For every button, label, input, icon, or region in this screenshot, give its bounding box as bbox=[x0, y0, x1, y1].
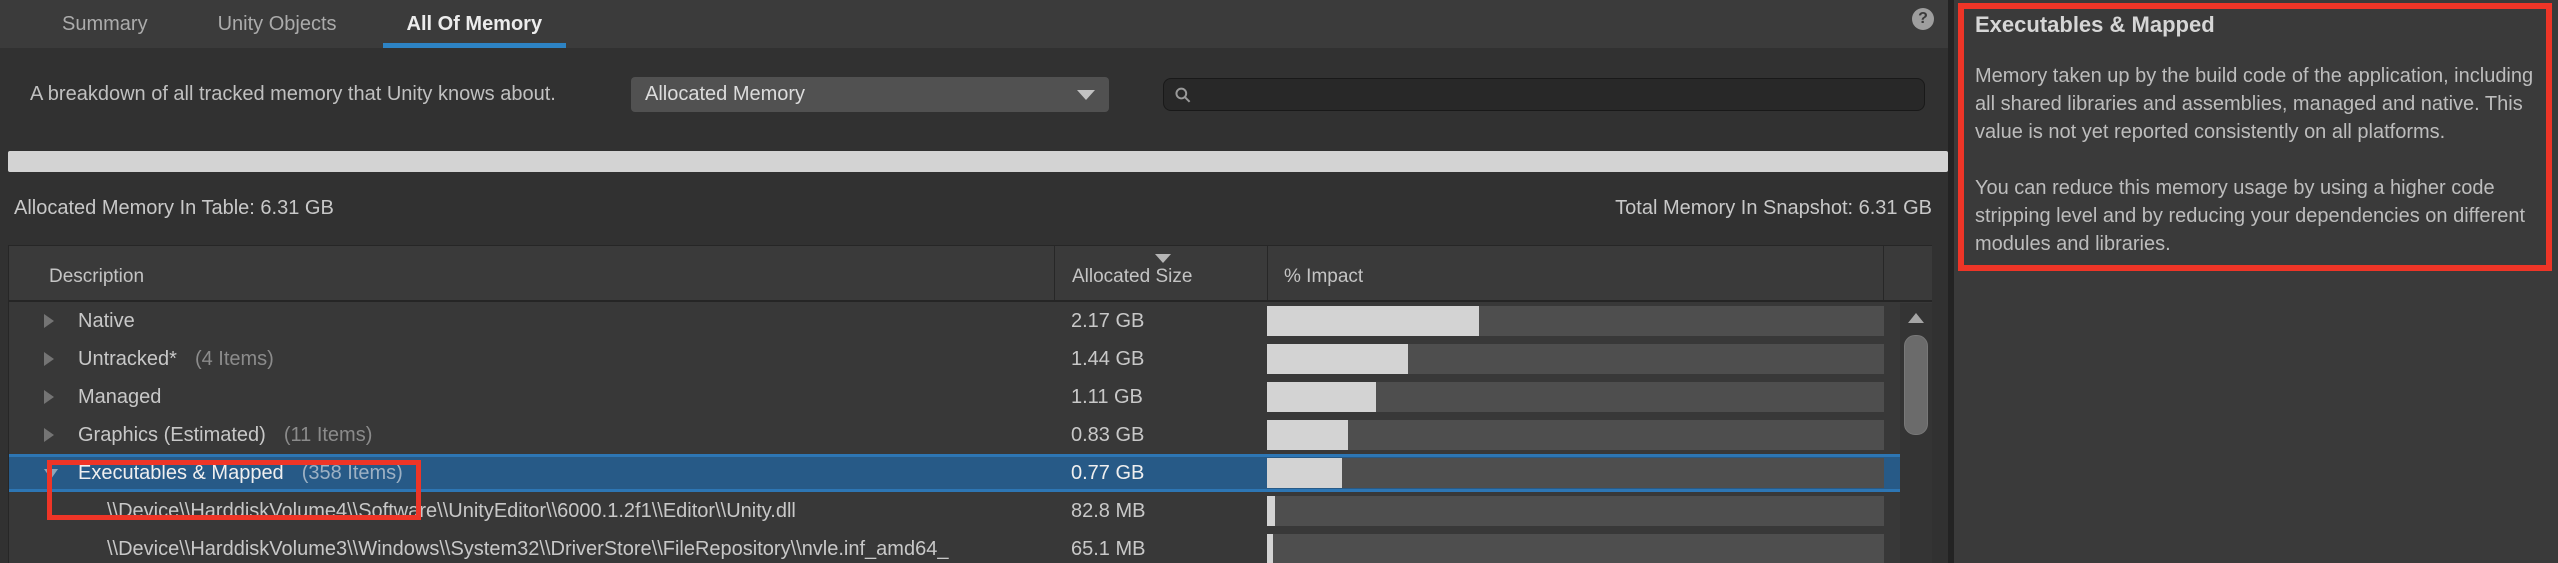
row-description-cell: Native bbox=[9, 310, 1054, 333]
table-row[interactable]: Graphics (Estimated) (11 Items) 0.83 GB bbox=[9, 416, 1932, 454]
main-panel: Summary Unity Objects All Of Memory ? A … bbox=[0, 0, 1948, 563]
row-allocated-size: 0.77 GB bbox=[1054, 462, 1267, 485]
impact-bar-track bbox=[1267, 534, 1884, 563]
impact-bar-track bbox=[1267, 496, 1884, 526]
row-label: \\Device\\HarddiskVolume4\\Software\\Uni… bbox=[107, 500, 796, 523]
details-title: Executables & Mapped bbox=[1975, 12, 2558, 38]
row-label: \\Device\\HarddiskVolume3\\Windows\\Syst… bbox=[107, 538, 948, 561]
row-description-cell: Graphics (Estimated) (11 Items) bbox=[9, 424, 1054, 447]
allocated-memory-label: Allocated Memory In Table: 6.31 GB bbox=[14, 197, 334, 220]
row-item-count: (4 Items) bbox=[195, 348, 274, 371]
row-impact-cell bbox=[1267, 302, 1884, 340]
row-allocated-size: 0.83 GB bbox=[1054, 424, 1267, 447]
dropdown-selected-value: Allocated Memory bbox=[645, 83, 805, 106]
row-allocated-size: 1.44 GB bbox=[1054, 348, 1267, 371]
expand-triangle-icon[interactable] bbox=[44, 352, 54, 366]
vertical-scrollbar[interactable] bbox=[1900, 303, 1932, 563]
memory-table: Description Allocated Size % Impact Nati… bbox=[8, 245, 1932, 563]
breakdown-description: A breakdown of all tracked memory that U… bbox=[30, 83, 556, 106]
expand-triangle-icon[interactable] bbox=[44, 314, 54, 328]
impact-bar-fill bbox=[1267, 382, 1376, 412]
row-description-cell: Executables & Mapped (358 Items) bbox=[9, 462, 1054, 485]
table-row[interactable]: \\Device\\HarddiskVolume4\\Software\\Uni… bbox=[9, 492, 1932, 530]
impact-bar-track bbox=[1267, 306, 1884, 336]
tab-unity-objects[interactable]: Unity Objects bbox=[194, 0, 361, 48]
search-field[interactable] bbox=[1163, 78, 1925, 111]
impact-bar-fill bbox=[1267, 306, 1479, 336]
impact-bar-fill bbox=[1267, 496, 1275, 526]
row-impact-cell bbox=[1267, 378, 1884, 416]
table-row[interactable]: Managed 1.11 GB bbox=[9, 378, 1932, 416]
impact-bar-fill bbox=[1267, 534, 1273, 563]
table-row[interactable]: Native 2.17 GB bbox=[9, 302, 1932, 340]
row-item-count: (358 Items) bbox=[302, 462, 403, 485]
row-impact-cell bbox=[1267, 530, 1884, 563]
tab-summary[interactable]: Summary bbox=[38, 0, 172, 48]
row-impact-cell bbox=[1267, 416, 1884, 454]
tab-all-of-memory[interactable]: All Of Memory bbox=[383, 0, 567, 48]
details-paragraph: Memory taken up by the build code of the… bbox=[1975, 62, 2535, 146]
row-allocated-size: 65.1 MB bbox=[1054, 538, 1267, 561]
search-icon bbox=[1174, 86, 1192, 104]
row-label: Executables & Mapped bbox=[78, 462, 284, 485]
memory-profiler-window: Summary Unity Objects All Of Memory ? A … bbox=[0, 0, 2558, 563]
row-impact-cell bbox=[1267, 340, 1884, 378]
impact-bar-fill bbox=[1267, 420, 1348, 450]
chevron-down-icon bbox=[1077, 90, 1095, 100]
row-label: Untracked* bbox=[78, 348, 177, 371]
table-header: Description Allocated Size % Impact bbox=[9, 246, 1932, 302]
table-row[interactable]: Executables & Mapped (358 Items) 0.77 GB bbox=[9, 454, 1932, 492]
sort-descending-icon[interactable] bbox=[1155, 254, 1171, 263]
help-icon[interactable]: ? bbox=[1912, 8, 1934, 30]
row-label: Graphics (Estimated) bbox=[78, 424, 266, 447]
memory-stats-row: Allocated Memory In Table: 6.31 GB Total… bbox=[0, 197, 1948, 223]
column-header-description[interactable]: Description bbox=[9, 246, 1054, 300]
row-label: Native bbox=[78, 310, 135, 333]
row-description-cell: \\Device\\HarddiskVolume3\\Windows\\Syst… bbox=[9, 538, 1054, 561]
row-allocated-size: 1.11 GB bbox=[1054, 386, 1267, 409]
impact-bar-track bbox=[1267, 458, 1884, 488]
scroll-up-arrow-icon[interactable] bbox=[1908, 313, 1924, 323]
row-item-count: (11 Items) bbox=[284, 424, 373, 447]
details-panel: Executables & Mapped Memory taken up by … bbox=[1954, 0, 2558, 563]
row-description-cell: \\Device\\HarddiskVolume4\\Software\\Uni… bbox=[9, 500, 1054, 523]
search-input[interactable] bbox=[1192, 83, 1914, 106]
memory-usage-bar bbox=[8, 151, 1948, 172]
collapse-triangle-icon[interactable] bbox=[44, 469, 58, 479]
toolbar: A breakdown of all tracked memory that U… bbox=[0, 75, 1948, 119]
row-impact-cell bbox=[1267, 454, 1884, 492]
column-header-impact[interactable]: % Impact bbox=[1267, 246, 1884, 300]
impact-bar-track bbox=[1267, 344, 1884, 374]
impact-bar-track bbox=[1267, 382, 1884, 412]
memory-type-dropdown[interactable]: Allocated Memory bbox=[631, 77, 1109, 112]
impact-bar-track bbox=[1267, 420, 1884, 450]
row-impact-cell bbox=[1267, 492, 1884, 530]
impact-bar-fill bbox=[1267, 458, 1342, 488]
expand-triangle-icon[interactable] bbox=[44, 390, 54, 404]
row-allocated-size: 82.8 MB bbox=[1054, 500, 1267, 523]
expand-triangle-icon[interactable] bbox=[44, 428, 54, 442]
row-allocated-size: 2.17 GB bbox=[1054, 310, 1267, 333]
row-label: Managed bbox=[78, 386, 161, 409]
details-paragraph: You can reduce this memory usage by usin… bbox=[1975, 174, 2535, 258]
table-row[interactable]: Untracked* (4 Items) 1.44 GB bbox=[9, 340, 1932, 378]
table-body: Native 2.17 GB Untracked* (4 Items) 1.44 GB M… bbox=[9, 302, 1932, 563]
total-memory-label: Total Memory In Snapshot: 6.31 GB bbox=[1615, 197, 1932, 220]
row-description-cell: Managed bbox=[9, 386, 1054, 409]
scrollbar-thumb[interactable] bbox=[1904, 335, 1928, 435]
row-description-cell: Untracked* (4 Items) bbox=[9, 348, 1054, 371]
tab-bar: Summary Unity Objects All Of Memory ? bbox=[0, 0, 1948, 48]
table-row[interactable]: \\Device\\HarddiskVolume3\\Windows\\Syst… bbox=[9, 530, 1932, 563]
impact-bar-fill bbox=[1267, 344, 1408, 374]
